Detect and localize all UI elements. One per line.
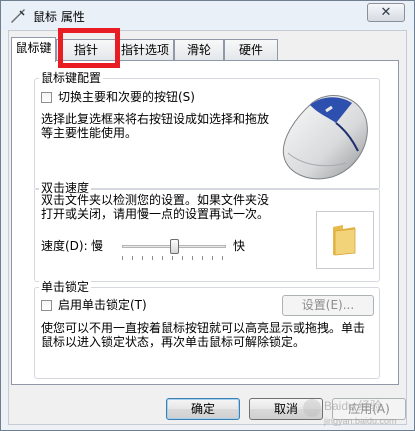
title-bar[interactable]: 鼠标 属性 ✕ bbox=[1, 1, 414, 30]
button-config-description-2: 等主要性能使用。 bbox=[41, 126, 138, 140]
close-button[interactable]: ✕ bbox=[367, 3, 405, 22]
group-title-button-configuration: 鼠标键配置 bbox=[39, 70, 104, 86]
fast-label: 快 bbox=[233, 239, 246, 253]
tab-pointer-options[interactable]: 指针选项 bbox=[116, 39, 174, 61]
test-folder-icon[interactable] bbox=[329, 223, 359, 257]
annotation-highlight-box bbox=[58, 28, 120, 68]
svg-text:jingyan.baidu.com: jingyan.baidu.com bbox=[323, 416, 397, 426]
tab-label: 滑轮 bbox=[186, 43, 211, 57]
mouse-properties-window: 鼠标 属性 ✕ 鼠标键 指针 指针选项 滑轮 硬件 鼠标键配置 切换主要和次要的… bbox=[0, 0, 415, 431]
double-click-description-2: 打开或关闭，请用慢一点的设置再试一次。 bbox=[41, 207, 270, 221]
slow-label: 慢 bbox=[91, 239, 104, 253]
tab-wheel[interactable]: 滑轮 bbox=[174, 39, 224, 61]
svg-text:Baidu 经验: Baidu 经验 bbox=[324, 398, 382, 413]
enable-click-lock-label[interactable]: 启用单击锁定(T) bbox=[58, 297, 147, 313]
window-title: 鼠标 属性 bbox=[33, 10, 85, 24]
switch-buttons-label[interactable]: 切换主要和次要的按钮(S) bbox=[58, 89, 195, 105]
slider-ticks bbox=[122, 256, 226, 260]
close-icon: ✕ bbox=[380, 5, 392, 20]
mouse-pointer-icon bbox=[11, 9, 25, 23]
ok-button[interactable]: 确定 bbox=[166, 398, 240, 420]
switch-buttons-checkbox[interactable] bbox=[41, 92, 52, 103]
tab-panel-buttons: 鼠标键配置 切换主要和次要的按钮(S) 选择此复选框来将右按钮设成如选择和拖放 … bbox=[11, 60, 399, 385]
tab-label: 硬件 bbox=[238, 43, 263, 57]
baidu-watermark-logo: Baidu 经验 jingyan.baidu.com bbox=[303, 398, 397, 426]
tab-buttons[interactable]: 鼠标键 bbox=[11, 37, 56, 62]
click-lock-settings-button[interactable]: 设置(E)... bbox=[282, 295, 374, 316]
enable-click-lock-checkbox[interactable] bbox=[41, 300, 52, 311]
tab-hardware[interactable]: 硬件 bbox=[224, 39, 278, 61]
slider-thumb[interactable] bbox=[170, 239, 179, 254]
click-lock-description-2: 鼠标以进入锁定状态，再次单击鼠标可解除锁定。 bbox=[41, 335, 306, 349]
tab-label: 指针选项 bbox=[120, 43, 169, 57]
tab-label: 鼠标键 bbox=[15, 41, 52, 55]
mouse-illustration-icon bbox=[274, 81, 374, 185]
double-click-speed-slider[interactable] bbox=[122, 239, 226, 261]
group-title-click-lock: 单击锁定 bbox=[39, 279, 92, 295]
speed-label: 速度(D): bbox=[41, 239, 88, 253]
